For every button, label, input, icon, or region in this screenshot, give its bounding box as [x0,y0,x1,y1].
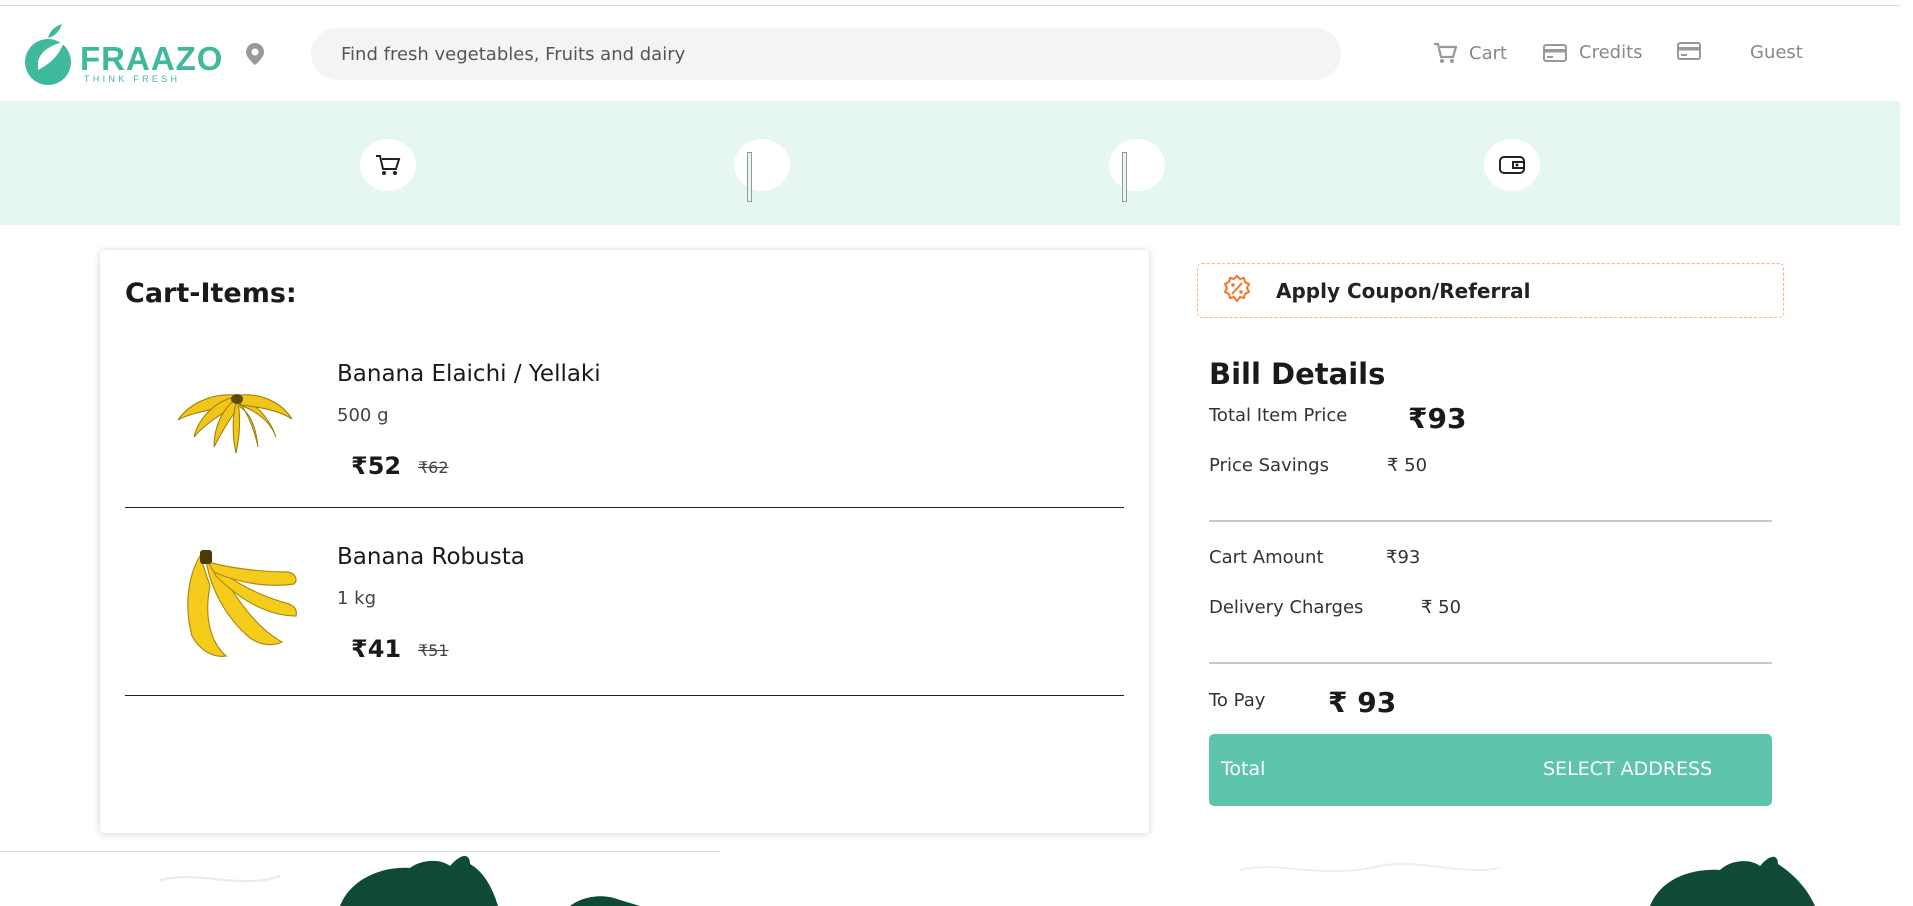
apply-coupon-label: Apply Coupon/Referral [1276,278,1531,303]
item-quantity: 500 g [337,405,389,426]
item-mrp: ₹51 [418,641,449,660]
bill-divider [1209,662,1772,664]
to-pay-value: ₹ 93 [1328,686,1397,719]
nav-cart-label: Cart [1469,42,1508,64]
bill-details-title: Bill Details [1209,357,1386,391]
step-cart [360,139,416,191]
apply-coupon-button[interactable]: Apply Coupon/Referral [1197,263,1784,318]
banana-bunch-small-image [170,365,300,475]
item-mrp: ₹62 [418,458,449,477]
cart-icon [1434,42,1457,63]
banana-bunch-large-image [170,546,300,666]
total-item-price-label: Total Item Price [1209,405,1348,426]
brand-logo[interactable]: FRAAZO THINK FRESH [24,22,222,88]
step-slot [1109,139,1165,191]
wallet-icon [1499,156,1525,174]
leaf-logo-icon [25,24,71,85]
delivery-charges-value: ₹ 50 [1421,597,1462,618]
checkout-total-label: Total [1221,758,1266,780]
card-icon [1677,42,1701,60]
step-address [734,139,790,191]
step-slot-marker [1122,152,1127,202]
brand-tagline: THINK FRESH [84,74,181,84]
credit-card-icon [1543,43,1567,62]
nav-user[interactable]: Guest [1750,42,1803,63]
cart-items-title: Cart-Items: [125,278,297,309]
nav-wallet[interactable] [1677,42,1713,60]
location-pin-icon[interactable] [246,43,264,69]
nav-cart[interactable]: Cart [1433,42,1507,64]
select-address-button[interactable]: Total SELECT ADDRESS [1209,734,1772,806]
brand-name: FRAAZO [80,40,224,77]
search-placeholder: Find fresh vegetables, Fruits and dairy [341,43,686,65]
cart-amount-label: Cart Amount [1209,547,1324,568]
total-item-price-value: ₹93 [1408,402,1467,435]
item-price: ₹52 [351,452,402,480]
cart-icon [376,155,401,175]
step-payment [1484,139,1540,191]
cart-items-card: Cart-Items: Banana Elaichi / Yellaki 500… [100,250,1149,833]
item-name: Banana Elaichi / Yellaki [337,361,601,387]
step-address-marker [747,152,752,202]
price-savings-label: Price Savings [1209,455,1329,476]
coupon-percent-icon [1222,274,1252,308]
bill-divider [1209,520,1772,522]
item-price: ₹41 [351,635,402,663]
footer-decoration [159,855,1815,906]
header: FRAAZO THINK FRESH Find fresh vegetables… [0,6,1900,101]
item-name: Banana Robusta [337,544,525,570]
nav-credits-label: Credits [1579,42,1643,63]
search-input[interactable]: Find fresh vegetables, Fruits and dairy [311,28,1341,80]
price-savings-value: ₹ 50 [1387,455,1428,476]
select-address-label: SELECT ADDRESS [1543,758,1713,780]
item-quantity: 1 kg [337,588,377,609]
delivery-charges-label: Delivery Charges [1209,597,1364,618]
to-pay-label: To Pay [1209,690,1266,711]
checkout-progress-band [0,101,1900,225]
cart-amount-value: ₹93 [1386,547,1421,568]
cart-item: Banana Elaichi / Yellaki 500 g ₹52 ₹62 [125,335,1124,508]
nav-credits[interactable]: Credits [1543,42,1643,63]
nav-user-label: Guest [1750,42,1803,63]
cart-item: Banana Robusta 1 kg ₹41 ₹51 [125,508,1124,696]
